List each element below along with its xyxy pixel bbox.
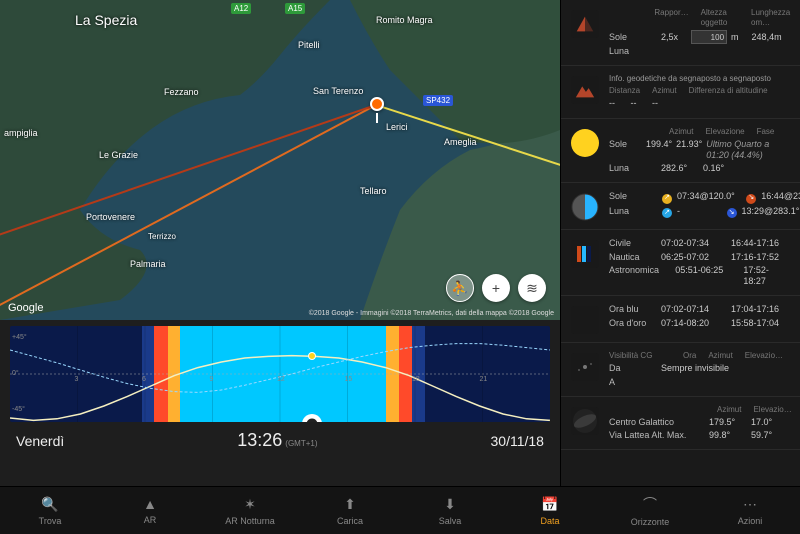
- card-rise-set: Sole ↗07:34@120.0° ↘16:44@239.9° Luna ↗-…: [561, 183, 800, 230]
- road-badge: SP432: [423, 95, 453, 106]
- elevation-chart[interactable]: +45°0°-45°36912151821: [10, 326, 550, 422]
- ytick: +45°: [12, 334, 27, 341]
- milkyway-icon: [571, 407, 599, 435]
- tab-icon: ▲: [143, 496, 157, 512]
- tab-label: Data: [540, 516, 559, 526]
- tab-icon: ⌒: [643, 494, 657, 514]
- tab-icon: ⬆: [344, 496, 356, 513]
- tab-azioni[interactable]: ⋯ Azioni: [700, 487, 800, 534]
- tab-icon: 🔍: [41, 496, 58, 513]
- card-geodesic: Info. geodetiche da segnaposto a segnapo…: [561, 66, 800, 118]
- map-place-label: Le Grazie: [99, 150, 138, 160]
- road-badge: A15: [285, 3, 305, 14]
- tab-icon: 📅: [541, 496, 558, 513]
- map-place-label: Romito Magra: [376, 15, 433, 25]
- map-place-label: Terrizzo: [148, 232, 176, 241]
- object-height-input[interactable]: [691, 30, 727, 44]
- tab-label: Trova: [39, 516, 62, 526]
- layers-button[interactable]: ≋: [518, 274, 546, 302]
- date-label: 30/11/18: [491, 433, 544, 449]
- map-place-label: Pitelli: [298, 40, 320, 50]
- map-place-label: ampiglia: [4, 128, 38, 138]
- weekday-label: Venerdì: [16, 433, 64, 449]
- tab-icon: ⋯: [743, 496, 757, 513]
- tab-label: AR Notturna: [225, 516, 275, 526]
- map-place-label: Tellaro: [360, 186, 387, 196]
- streetview-icon[interactable]: ⛹: [446, 274, 474, 302]
- card-twilight: Civile07:02-07:3416:44-17:16 Nautica06:2…: [561, 230, 800, 296]
- tab-label: AR: [144, 515, 157, 525]
- card-sun-position: AzimutElevazioneFase Sole199.4°21.93°Ult…: [561, 119, 800, 184]
- ytick: 0°: [12, 370, 19, 377]
- map-place-label: Lerici: [386, 122, 408, 132]
- tab-data[interactable]: 📅 Data: [500, 487, 600, 534]
- bottom-tabs: 🔍 Trova ▲ AR ✶ AR Notturna ⬆ Carica ⬇ Salva 📅 Data ⌒…: [0, 486, 800, 534]
- tab-ar-notturna[interactable]: ✶ AR Notturna: [200, 487, 300, 534]
- map[interactable]: La Spezia Romito Magra Pitelli San Terenzo L…: [0, 0, 560, 320]
- card-golden-blue: Ora blu07:02-07:1417:04-17:16 Ora d'oro0…: [561, 296, 800, 343]
- card-milkyway: AzimutElevazio… Centro Galattico179.5°17…: [561, 397, 800, 451]
- road-badge: A12: [231, 3, 251, 14]
- ytick: -45°: [12, 406, 25, 413]
- tab-carica[interactable]: ⬆ Carica: [300, 487, 400, 534]
- timezone-label: (GMT+1): [285, 439, 317, 448]
- tab-label: Azioni: [738, 516, 763, 526]
- tab-icon: ✶: [244, 496, 256, 513]
- tab-salva[interactable]: ⬇ Salva: [400, 487, 500, 534]
- twilight-icon: [571, 240, 599, 268]
- map-place-label: San Terenzo: [313, 86, 363, 96]
- info-panel[interactable]: Rappor…Altezza oggettoLunghezza om… Sole…: [560, 0, 800, 534]
- map-place-label: Palmaria: [130, 259, 166, 269]
- tab-label: Carica: [337, 516, 363, 526]
- map-pin[interactable]: [370, 97, 384, 111]
- sun-icon: [571, 129, 599, 157]
- add-pin-button[interactable]: +: [482, 274, 510, 302]
- galactic-icon: [571, 353, 599, 381]
- map-place-label: Ameglia: [444, 137, 477, 147]
- tab-orizzonte[interactable]: ⌒ Orizzonte: [600, 487, 700, 534]
- map-attribution: ©2018 Google - Immagini ©2018 TerraMetri…: [309, 310, 554, 317]
- map-place-label: Fezzano: [164, 87, 199, 97]
- tab-icon: ⬇: [444, 496, 456, 513]
- tab-label: Salva: [439, 516, 462, 526]
- tab-trova[interactable]: 🔍 Trova: [0, 487, 100, 534]
- tab-label: Orizzonte: [631, 517, 670, 527]
- google-logo: Google: [8, 302, 43, 314]
- moon-phase-icon: [571, 193, 599, 221]
- map-place-label: La Spezia: [75, 12, 137, 28]
- tab-ar[interactable]: ▲ AR: [100, 487, 200, 534]
- time-label: 13:26: [237, 430, 282, 450]
- map-place-label: Portovenere: [86, 212, 135, 222]
- card-gc-visibility: Visibilità CGOraAzimutElevazio… DaSempre…: [561, 343, 800, 397]
- card-shadow: Rappor…Altezza oggettoLunghezza om… Sole…: [561, 0, 800, 66]
